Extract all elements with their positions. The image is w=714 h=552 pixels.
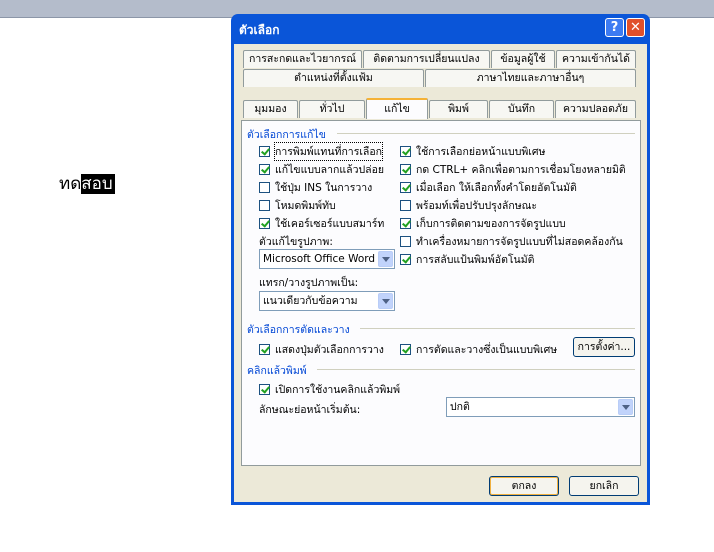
dialog-title: ตัวเลือก [239, 23, 280, 37]
drag-drop-editing-checkbox[interactable]: แก้ไขแบบลากแล้วปล่อย [259, 161, 384, 178]
group-divider [337, 133, 635, 134]
tab-security[interactable]: ความปลอดภัย [555, 100, 636, 118]
picture-editor-label: ตัวแก้ไขรูปภาพ: [259, 236, 333, 248]
document-text-selected[interactable]: สอบ [81, 174, 115, 194]
checkbox-label: การตัดและวางซึ่งเป็นแบบพิเศษ [416, 344, 558, 356]
checkbox-box[interactable] [259, 200, 270, 211]
tab-general[interactable]: ทั่วไป [299, 100, 365, 118]
checkbox-box[interactable] [400, 200, 411, 211]
default-paragraph-style-select[interactable]: ปกติ [446, 397, 635, 417]
checkbox-box[interactable] [400, 146, 411, 157]
checkbox-label: เก็บการติดตามของการจัดรูปแบบ [416, 218, 566, 230]
tab-file-locations[interactable]: ตำแหน่งที่ตั้งแฟ้ม [243, 69, 424, 87]
checkbox-box[interactable] [400, 344, 411, 355]
checkbox-label: แก้ไขแบบลากแล้วปล่อย [275, 164, 385, 176]
group-divider [360, 328, 635, 329]
ctrl-click-hyperlink-checkbox[interactable]: กด CTRL+ คลิกเพื่อตามการเชื่อมโยงหลายมิต… [400, 161, 626, 178]
checkbox-box[interactable] [259, 182, 270, 193]
dialog-titlebar[interactable]: ตัวเลือก ? ✕ [234, 14, 647, 44]
cancel-button[interactable]: ยกเลิก [569, 476, 639, 496]
tab-save[interactable]: บันทึก [489, 100, 554, 118]
picture-editor-select[interactable]: Microsoft Office Word [259, 249, 395, 269]
checkbox-label: การพิมพ์แทนที่การเลือก [273, 142, 384, 161]
checkbox-box[interactable] [259, 344, 270, 355]
mark-inconsistent-formatting-checkbox[interactable]: ทำเครื่องหมายการจัดรูปแบบที่ไม่สอดคล้องก… [400, 233, 623, 250]
tab-compatibility[interactable]: ความเข้ากันได้ [556, 50, 636, 68]
insert-paste-pictures-select[interactable]: แนวเดียวกับข้อความ [259, 291, 395, 311]
chevron-down-icon[interactable] [378, 293, 393, 309]
checkbox-box[interactable] [400, 182, 411, 193]
use-ins-key-paste-checkbox[interactable]: ใช้ปุ่ม INS ในการวาง [259, 179, 372, 196]
checkbox-box[interactable] [259, 164, 270, 175]
checkbox-box[interactable] [400, 236, 411, 247]
checkbox-box[interactable] [259, 146, 270, 157]
close-button[interactable]: ✕ [626, 18, 645, 37]
checkbox-box[interactable] [400, 218, 411, 229]
checkbox-label: ใช้ปุ่ม INS ในการวาง [275, 182, 373, 194]
tab-view[interactable]: มุมมอง [243, 100, 298, 118]
checkbox-label: พร้อมท์เพื่อปรับปรุงลักษณะ [416, 200, 538, 212]
checkbox-label: แสดงปุ่มตัวเลือกการวาง [275, 344, 384, 356]
tab-spelling-grammar[interactable]: การสะกดและไวยากรณ์ [243, 50, 362, 68]
smart-cursor-checkbox[interactable]: ใช้เคอร์เซอร์แบบสมาร์ท [259, 215, 384, 232]
checkbox-label: ทำเครื่องหมายการจัดรูปแบบที่ไม่สอดคล้องก… [416, 236, 623, 248]
prompt-update-style-checkbox[interactable]: พร้อมท์เพื่อปรับปรุงลักษณะ [400, 197, 537, 214]
smart-paragraph-selection-checkbox[interactable]: ใช้การเลือกย่อหน้าแบบพิเศษ [400, 143, 545, 160]
tab-edit[interactable]: แก้ไข [366, 98, 428, 119]
checkbox-box[interactable] [259, 384, 270, 395]
overtype-mode-checkbox[interactable]: โหมดพิมพ์ทับ [259, 197, 336, 214]
checkbox-label: โหมดพิมพ์ทับ [275, 200, 336, 212]
show-paste-options-checkbox[interactable]: แสดงปุ่มตัวเลือกการวาง [259, 341, 384, 358]
editing-options-group-label: ตัวเลือกการแก้ไข [247, 129, 326, 141]
auto-select-word-checkbox[interactable]: เมื่อเลือก ให้เลือกทั้งคำโดยอัตโนมัติ [400, 179, 577, 196]
checkbox-label: เปิดการใช้งานคลิกแล้วพิมพ์ [275, 384, 401, 396]
tab-track-changes[interactable]: ติดตามการเปลี่ยนแปลง [363, 50, 490, 68]
insert-paste-pictures-label: แทรก/วางรูปภาพเป็น: [259, 277, 359, 289]
default-paragraph-style-label: ลักษณะย่อหน้าเริ่มต้น: [259, 404, 361, 416]
checkbox-label: กด CTRL+ คลิกเพื่อตามการเชื่อมโยงหลายมิต… [416, 164, 626, 176]
help-button[interactable]: ? [605, 18, 624, 37]
document-text-plain: ทด [59, 174, 82, 194]
ok-button[interactable]: ตกลง [489, 476, 559, 496]
checkbox-box[interactable] [259, 218, 270, 229]
chevron-down-icon[interactable] [618, 399, 633, 415]
checkbox-label: ใช้การเลือกย่อหน้าแบบพิเศษ [416, 146, 546, 158]
click-and-type-group-label: คลิกแล้วพิมพ์ [247, 365, 307, 377]
chevron-down-icon[interactable] [378, 251, 393, 267]
cut-paste-settings-button[interactable]: การตั้งค่า... [573, 337, 635, 357]
tab-print[interactable]: พิมพ์ [429, 100, 488, 118]
cut-paste-options-group-label: ตัวเลือกการตัดและวาง [247, 324, 350, 336]
dialog-body: การสะกดและไวยากรณ์ ติดตามการเปลี่ยนแปลง … [234, 44, 647, 502]
typing-replaces-selection-checkbox[interactable]: การพิมพ์แทนที่การเลือก [259, 142, 384, 161]
options-dialog: ตัวเลือก ? ✕ การสะกดและไวยากรณ์ ติดตามกา… [231, 14, 650, 505]
auto-keyboard-switching-checkbox[interactable]: การสลับแป้นพิมพ์อัตโนมัติ [400, 251, 534, 268]
tab-language[interactable]: ภาษาไทยและภาษาอื่นๆ [425, 69, 636, 87]
checkbox-label: การสลับแป้นพิมพ์อัตโนมัติ [416, 254, 535, 266]
edit-tab-panel: ตัวเลือกการแก้ไข การพิมพ์แทนที่การเลือก … [241, 120, 641, 466]
tab-user-information[interactable]: ข้อมูลผู้ใช้ [491, 50, 555, 68]
checkbox-label: ใช้เคอร์เซอร์แบบสมาร์ท [275, 218, 385, 230]
group-divider [317, 369, 635, 370]
checkbox-box[interactable] [400, 254, 411, 265]
insert-paste-pictures-value: แนวเดียวกับข้อความ [263, 295, 358, 307]
checkbox-label: เมื่อเลือก ให้เลือกทั้งคำโดยอัตโนมัติ [416, 182, 577, 194]
checkbox-box[interactable] [400, 164, 411, 175]
document-text: ทดสอบ [59, 171, 115, 197]
enable-click-and-type-checkbox[interactable]: เปิดการใช้งานคลิกแล้วพิมพ์ [259, 381, 400, 398]
picture-editor-value: Microsoft Office Word [263, 253, 376, 265]
smart-cut-paste-checkbox[interactable]: การตัดและวางซึ่งเป็นแบบพิเศษ [400, 341, 557, 358]
default-paragraph-style-value: ปกติ [450, 401, 470, 413]
keep-track-formatting-checkbox[interactable]: เก็บการติดตามของการจัดรูปแบบ [400, 215, 566, 232]
